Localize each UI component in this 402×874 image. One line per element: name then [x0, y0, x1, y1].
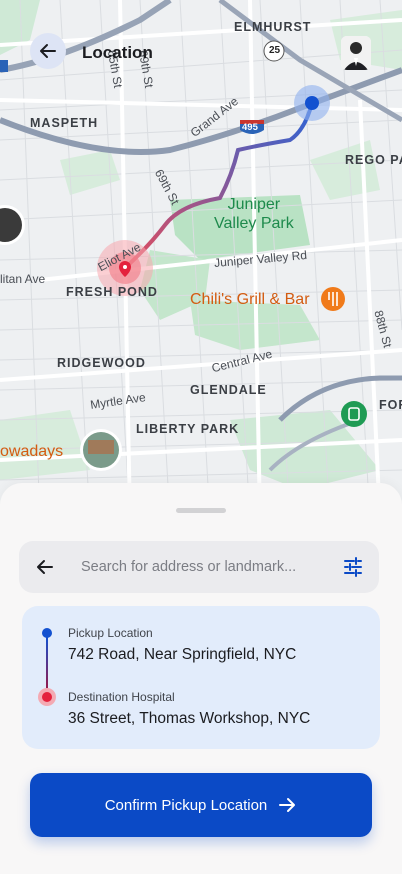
confirm-pickup-button[interactable]: Confirm Pickup Location: [30, 773, 372, 837]
pickup-value[interactable]: 742 Road, Near Springfield, NYC: [68, 646, 296, 664]
page-title: Location: [82, 43, 153, 62]
pickup-marker[interactable]: [296, 87, 328, 119]
arrow-left-icon: [37, 560, 53, 574]
map-label-for: FOR: [379, 398, 402, 412]
map-poi-chilis[interactable]: Chili's Grill & Bar: [190, 291, 310, 309]
map-street-litan-ave: litan Ave: [0, 272, 46, 286]
destination-label: Destination Hospital: [68, 690, 175, 704]
map-label-rego-park: REGO PA: [345, 153, 402, 167]
pickup-label: Pickup Location: [68, 626, 153, 640]
map-view[interactable]: ELMHURST MASPETH REGO PA FRESH POND RIDG…: [0, 0, 402, 520]
destination-value[interactable]: 36 Street, Thomas Workshop, NYC: [68, 710, 310, 728]
map-poi-partial[interactable]: owadays: [0, 443, 63, 461]
map-label-elmhurst: ELMHURST: [234, 20, 312, 34]
map-label-glendale: GLENDALE: [190, 383, 267, 397]
map-label-ridgewood: RIDGEWOOD: [57, 356, 146, 370]
route-card: Pickup Location 742 Road, Near Springfie…: [22, 606, 380, 749]
search-input[interactable]: [81, 555, 331, 579]
sheet-drag-handle[interactable]: [176, 508, 226, 513]
search-back-button[interactable]: [35, 557, 55, 582]
search-bar: [19, 541, 379, 593]
photo-thumbnail[interactable]: [0, 205, 25, 245]
avatar[interactable]: [341, 36, 371, 70]
photo-thumbnail[interactable]: [80, 429, 122, 471]
park-pin-icon[interactable]: [341, 401, 367, 427]
destination-dot-icon: [38, 688, 56, 706]
confirm-pickup-label: Confirm Pickup Location: [104, 796, 268, 814]
arrow-left-icon: [40, 44, 56, 58]
highway-25-shield-label: 25: [269, 45, 281, 56]
filter-button[interactable]: [341, 555, 365, 584]
map-label-liberty-park: LIBERTY PARK: [136, 422, 240, 436]
destination-marker[interactable]: [105, 248, 145, 288]
map-canvas: [0, 0, 402, 520]
route-connector: [46, 637, 48, 693]
map-park-juniper-valley: Juniper Valley Park: [214, 196, 294, 232]
back-button[interactable]: [30, 33, 66, 69]
arrow-right-icon: [279, 798, 296, 812]
bottom-sheet: Pickup Location 742 Road, Near Springfie…: [0, 483, 402, 874]
restaurant-pin-icon[interactable]: [321, 287, 345, 311]
map-label-maspeth: MASPETH: [30, 116, 99, 130]
user-avatar-icon: [341, 36, 371, 70]
highway-495-shield-label: 495: [242, 122, 258, 133]
sliders-icon: [344, 557, 362, 577]
